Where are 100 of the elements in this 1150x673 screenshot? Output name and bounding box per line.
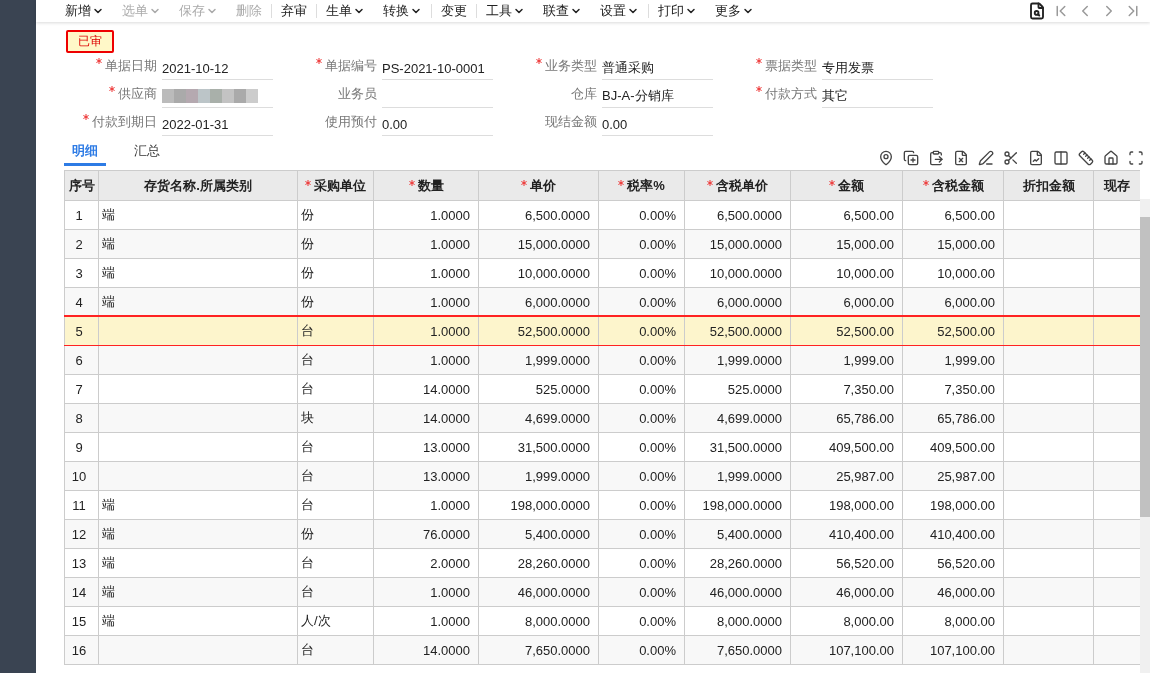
table-cell: 14 (65, 578, 99, 606)
table-cell: 台 (298, 636, 374, 664)
clipboard-icon[interactable] (928, 150, 944, 166)
copy-plus-icon[interactable] (903, 150, 919, 166)
toolbar-button[interactable]: 变更 (432, 2, 476, 20)
table-cell: 107,100.00 (791, 636, 903, 664)
table-cell: 份 (298, 230, 374, 258)
table-cell: 8,000.00 (903, 607, 1004, 635)
toolbar-button[interactable]: 新增 (56, 2, 113, 20)
ruler-icon[interactable] (1078, 150, 1094, 166)
table-cell: 1.0000 (374, 346, 479, 374)
search-icon[interactable] (1028, 2, 1046, 20)
toolbar-button[interactable]: 工具 (477, 2, 534, 20)
toolbar-button[interactable]: 转换 (374, 2, 431, 20)
table-cell: 0.00% (599, 520, 685, 548)
table-row[interactable]: 12 端 份 76.0000 5,400.0000 0.00% 5,400.0000 410,400.00 410,400.00 (64, 520, 1140, 549)
fullscreen-icon[interactable] (1128, 150, 1144, 166)
table-row[interactable]: 10 台 13.0000 1,999.0000 0.00% 1,999.0000 25,987.00 25,987.00 (64, 462, 1140, 491)
table-cell: 7 (65, 375, 99, 403)
table-cell: 0.00% (599, 636, 685, 664)
input-field[interactable]: PS-2021-10-0001 (382, 57, 493, 80)
table-cell: 52,500.0000 (479, 317, 599, 345)
required-icon (109, 86, 115, 92)
table-row[interactable]: 15 端 人/次 1.0000 8,000.0000 0.00% 8,000.0000 8,000.00 8,000.00 (64, 607, 1140, 636)
table-cell: 台 (298, 317, 374, 345)
table-cell: 15,000.00 (791, 230, 903, 258)
house-icon[interactable] (1103, 150, 1119, 166)
table-cell: 8,000.00 (791, 607, 903, 635)
table-row[interactable]: 6 台 1.0000 1,999.0000 0.00% 1,999.0000 1,999.00 1,999.00 (64, 346, 1140, 375)
table-cell: 1,999.00 (791, 346, 903, 374)
table-cell: 0.00% (599, 201, 685, 229)
table-cell: 13.0000 (374, 433, 479, 461)
toolbar-button[interactable]: 打印 (649, 2, 706, 20)
column-header: 单价 (479, 171, 599, 200)
table-row[interactable]: 16 台 14.0000 7,650.0000 0.00% 7,650.0000 107,100.00 107,100.00 (64, 636, 1140, 665)
required-icon (316, 58, 322, 64)
toolbar-button[interactable]: 联查 (534, 2, 591, 20)
toolbar-button[interactable]: 设置 (591, 2, 648, 20)
table-cell: 16 (65, 636, 99, 664)
table-cell: 2 (65, 230, 99, 258)
map-pin-icon[interactable] (878, 150, 894, 166)
table-cell: 0.00% (599, 259, 685, 287)
table-cell: 6,500.0000 (685, 201, 791, 229)
field-label: 使用预付 (324, 113, 377, 131)
input-field[interactable]: BJ-A-分销库 (602, 85, 713, 108)
columns-icon[interactable] (1053, 150, 1069, 166)
field-label: 票据类型 (713, 57, 817, 80)
table-row[interactable]: 9 台 13.0000 31,500.0000 0.00% 31,500.0000 409,500.00 409,500.00 (64, 433, 1140, 462)
input-field[interactable]: 2022-01-31 (162, 113, 273, 136)
table-cell: 46,000.00 (903, 578, 1004, 606)
scrollbar[interactable] (1140, 199, 1150, 673)
toolbar-button[interactable]: 生单 (317, 2, 374, 20)
table-cell: 52,500.00 (903, 317, 1004, 345)
table-cell: 7,650.0000 (685, 636, 791, 664)
table-cell: 14.0000 (374, 404, 479, 432)
table-row[interactable]: 5 台 1.0000 52,500.0000 0.00% 52,500.0000 52,500.00 52,500.00 (64, 317, 1140, 346)
table-row[interactable]: 4 端 份 1.0000 6,000.0000 0.00% 6,000.0000 6,000.00 6,000.00 (64, 288, 1140, 317)
input-field[interactable]: 0.00 (602, 113, 713, 136)
toolbar-button[interactable]: 弃审 (272, 2, 316, 20)
table-cell: 1.0000 (374, 288, 479, 316)
table-row[interactable]: 1 端 份 1.0000 6,500.0000 0.00% 6,500.0000 6,500.00 6,500.00 (64, 201, 1140, 230)
input-field[interactable]: 专用发票 (822, 57, 933, 80)
field-label: 供应商 (53, 85, 157, 108)
table-row[interactable]: 2 端 份 1.0000 15,000.0000 0.00% 15,000.0000 15,000.00 15,000.00 (64, 230, 1140, 259)
table-cell: 1.0000 (374, 259, 479, 287)
toolbar-button[interactable]: 更多 (706, 2, 763, 20)
column-header: 序号 (65, 171, 99, 200)
table-cell: 台 (298, 346, 374, 374)
table-cell: 525.0000 (479, 375, 599, 403)
table-cell: 1.0000 (374, 607, 479, 635)
table-cell: 端 (99, 549, 298, 577)
table-row[interactable]: 14 端 台 1.0000 46,000.0000 0.00% 46,000.0000 46,000.00 46,000.00 (64, 578, 1140, 607)
table-cell: 端 (99, 259, 298, 287)
table-row[interactable]: 7 台 14.0000 525.0000 0.00% 525.0000 7,350.00 7,350.00 (64, 375, 1140, 404)
table-cell: 3 (65, 259, 99, 287)
table-cell: 12 (65, 520, 99, 548)
table-cell: 198,000.00 (903, 491, 1004, 519)
input-field[interactable]: 0.00 (382, 113, 493, 136)
input-field[interactable]: 其它 (822, 85, 933, 108)
table-cell: 块 (298, 404, 374, 432)
table-cell: 台 (298, 549, 374, 577)
table-cell: 1.0000 (374, 230, 479, 258)
tab[interactable]: 明细 (64, 142, 106, 166)
tab[interactable]: 汇总 (126, 142, 168, 166)
table-cell: 1.0000 (374, 578, 479, 606)
table-row[interactable]: 13 端 台 2.0000 28,260.0000 0.00% 28,260.0000 56,520.00 56,520.00 (64, 549, 1140, 578)
chart-file-icon[interactable] (1028, 150, 1044, 166)
table-cell: 端 (99, 520, 298, 548)
table-row[interactable]: 8 块 14.0000 4,699.0000 0.00% 4,699.0000 65,786.00 65,786.00 (64, 404, 1140, 433)
pen-icon[interactable] (978, 150, 994, 166)
input-field[interactable]: 2021-10-12 (162, 57, 273, 80)
table-cell: 410,400.00 (791, 520, 903, 548)
status-badge: 已审 (66, 30, 114, 53)
column-header: 含税单价 (685, 171, 791, 200)
table-cell: 台 (298, 375, 374, 403)
table-row[interactable]: 11 端 台 1.0000 198,000.0000 0.00% 198,000.0000 198,000.00 198,000.00 (64, 491, 1140, 520)
table-row[interactable]: 3 端 份 1.0000 10,000.0000 0.00% 10,000.0000 10,000.00 10,000.00 (64, 259, 1140, 288)
file-x-icon[interactable] (953, 150, 969, 166)
input-field[interactable]: 普通采购 (602, 57, 713, 80)
scissors-icon[interactable] (1003, 150, 1019, 166)
